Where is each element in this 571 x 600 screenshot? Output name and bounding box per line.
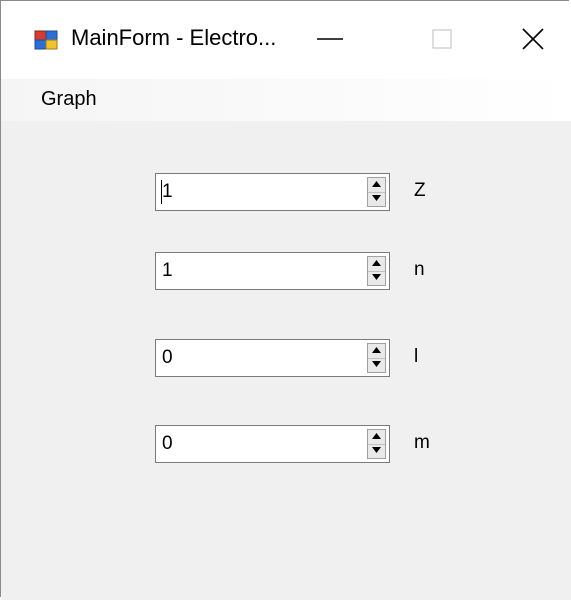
m-value[interactable]: 0 [162,426,173,462]
main-window: MainForm - Electro... Graph 1 Z 1 n 0 l … [0,0,571,600]
maximize-button[interactable] [411,11,471,67]
m-spin-up-button[interactable] [368,430,385,445]
z-numeric-up-down[interactable]: 1 [155,173,390,211]
menu-bar: Graph [1,79,571,121]
spin-up-arrow-icon [372,347,381,353]
n-spinner[interactable] [367,256,386,286]
l-numeric-up-down[interactable]: 0 [155,339,390,377]
spin-up-arrow-icon [372,181,381,187]
spin-down-arrow-icon [372,195,381,201]
n-numeric-up-down[interactable]: 1 [155,252,390,290]
n-label: n [414,259,425,280]
spin-up-arrow-icon [372,433,381,439]
m-spinner[interactable] [367,429,386,459]
z-value[interactable]: 1 [162,174,173,210]
title-bar[interactable]: MainForm - Electro... [1,1,571,79]
window-title: MainForm - Electro... [71,25,277,50]
l-spin-up-button[interactable] [368,344,385,359]
spin-down-arrow-icon [372,361,381,367]
z-spinner[interactable] [367,177,386,207]
n-spin-up-button[interactable] [368,257,385,272]
l-label: l [414,346,419,367]
m-label: m [414,432,430,453]
menu-item-graph[interactable]: Graph [31,83,107,115]
m-numeric-up-down[interactable]: 0 [155,425,390,463]
z-spin-down-button[interactable] [368,192,385,206]
close-icon [522,28,544,50]
minimize-icon [317,38,343,40]
minimize-button[interactable] [301,11,361,67]
close-button[interactable] [506,11,566,67]
m-spin-down-button[interactable] [368,444,385,458]
maximize-icon [432,29,452,49]
n-value[interactable]: 1 [162,253,173,289]
app-window-icon[interactable] [34,28,58,52]
spin-down-arrow-icon [372,447,381,453]
l-spin-down-button[interactable] [368,358,385,372]
l-value[interactable]: 0 [162,340,173,376]
n-spin-down-button[interactable] [368,271,385,285]
spin-down-arrow-icon [372,274,381,280]
z-label: Z [414,180,426,201]
l-spinner[interactable] [367,343,386,373]
spin-up-arrow-icon [372,260,381,266]
form-client-area: 1 Z 1 n 0 l 0 m [1,121,571,600]
z-spin-up-button[interactable] [368,178,385,193]
